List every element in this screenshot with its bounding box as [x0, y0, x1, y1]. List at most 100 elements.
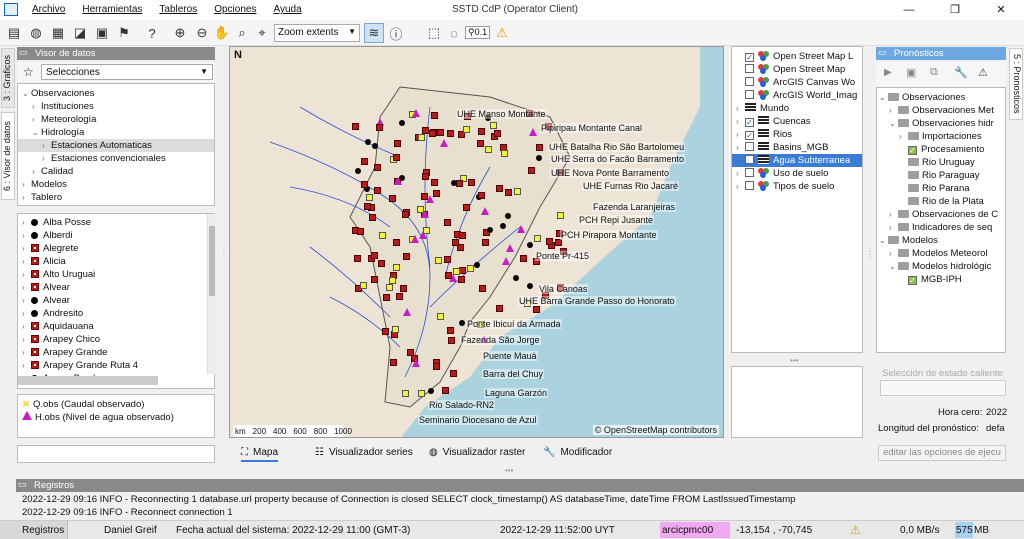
water-level-marker[interactable]	[412, 109, 420, 117]
station-map-label[interactable]: UHE Batalha Rio São Bartolomeu	[548, 142, 686, 152]
water-level-marker[interactable]	[529, 128, 537, 136]
tab-mapa[interactable]: ⛶ Mapa	[241, 447, 279, 462]
discharge-marker[interactable]	[366, 194, 373, 201]
station-list-item[interactable]: › Alba Posse	[18, 216, 91, 229]
station-map-label[interactable]: Rio Salado-RN2	[428, 400, 496, 410]
water-level-marker[interactable]	[421, 210, 429, 218]
station-dot-marker[interactable]	[365, 139, 371, 145]
water-level-marker[interactable]	[517, 225, 525, 233]
visor-tree-item[interactable]: › Modelos	[18, 178, 214, 191]
layer-checkbox[interactable]	[745, 181, 754, 190]
station-dot-marker[interactable]	[536, 155, 542, 161]
forecast-tree-item[interactable]: › Indicadores de seq	[877, 221, 992, 234]
station-square-marker[interactable]	[431, 179, 438, 186]
chevron-right-icon[interactable]: ›	[736, 102, 745, 115]
station-list-item[interactable]: › Aquidauana	[18, 320, 94, 333]
chevron-right-icon[interactable]: ›	[22, 320, 31, 333]
visor-tree-item[interactable]: › Tablero	[18, 191, 214, 204]
forecast-tree-item[interactable]: ✓ Procesamiento	[877, 143, 984, 156]
station-square-marker[interactable]	[505, 189, 512, 196]
station-list-item[interactable]: › Alberdi	[18, 229, 73, 242]
station-square-marker[interactable]	[458, 276, 465, 283]
splitter-handle[interactable]: •••	[790, 356, 798, 365]
visor-tree-item[interactable]: › Instituciones	[18, 100, 214, 113]
forecast-tree-item[interactable]: ⌄ Observaciones hidr	[877, 117, 994, 130]
station-square-marker[interactable]	[407, 349, 414, 356]
station-map-label[interactable]: UHE Serra do Facão Barramento	[550, 154, 686, 164]
help-icon[interactable]: ?	[142, 23, 162, 43]
layer-checkbox[interactable]: ✓	[745, 131, 754, 140]
warning-icon[interactable]: ⚠	[978, 66, 988, 79]
chevron-right-icon[interactable]: ›	[736, 141, 745, 154]
menu-tableros[interactable]: Tableros	[159, 4, 197, 15]
station-map-label[interactable]: Seminario Diocesano de Azul	[418, 415, 538, 425]
lasso-icon[interactable]: ◌	[444, 23, 464, 43]
station-map-label[interactable]: PCH Pirapora Montante	[560, 230, 658, 240]
station-square-marker[interactable]	[479, 285, 486, 292]
maximize-button[interactable]: ❐	[932, 0, 978, 20]
chevron-right-icon[interactable]: ›	[22, 268, 31, 281]
station-list-item[interactable]: › Alicia	[18, 255, 66, 268]
station-square-marker[interactable]	[478, 128, 485, 135]
layer-item[interactable]: ArcGIS Canvas Wo	[732, 76, 862, 89]
map-attribution[interactable]: © OpenStreetMap contributors	[592, 425, 719, 435]
zoom-box-icon[interactable]: ⌕	[232, 23, 252, 43]
layer-item[interactable]: › Agua Subterranea	[732, 154, 862, 167]
image-icon[interactable]: ▣	[92, 23, 112, 43]
water-level-marker[interactable]	[440, 139, 448, 147]
discharge-marker[interactable]	[418, 134, 425, 141]
station-list-item[interactable]: › Arapey Grande Ruta 4	[18, 359, 138, 372]
station-list-item[interactable]: › Arapey Chico	[18, 333, 100, 346]
layer-checkbox[interactable]	[745, 142, 754, 151]
star-icon[interactable]: ☆	[23, 65, 34, 79]
station-square-marker[interactable]	[533, 306, 540, 313]
station-square-marker[interactable]	[369, 214, 376, 221]
discharge-marker[interactable]	[514, 188, 521, 195]
water-level-marker[interactable]	[506, 244, 514, 252]
discharge-marker[interactable]	[360, 282, 367, 289]
tab-modificador[interactable]: 🔧 Modificador	[543, 447, 612, 458]
station-map-label[interactable]: Ponte Pr-415	[535, 251, 591, 261]
forecast-tree-item[interactable]: ⌄ Modelos hidrológic	[877, 260, 991, 273]
discharge-marker[interactable]	[467, 265, 474, 272]
station-map-label[interactable]: Fazenda Laranjeiras	[592, 202, 677, 212]
forecast-tree-item[interactable]: Rio Paraguay	[877, 169, 980, 182]
station-square-marker[interactable]	[448, 337, 455, 344]
chevron-right-icon[interactable]: ›	[22, 191, 31, 204]
discharge-marker[interactable]	[453, 268, 460, 275]
layers-icon[interactable]: ≋	[364, 23, 384, 43]
layer-item[interactable]: Open Street Map	[732, 63, 862, 76]
chevron-right-icon[interactable]: ›	[889, 208, 898, 221]
station-dot-marker[interactable]	[428, 388, 434, 394]
station-dot-marker[interactable]	[474, 262, 480, 268]
station-square-marker[interactable]	[357, 228, 364, 235]
station-square-marker[interactable]	[528, 167, 535, 174]
discharge-marker[interactable]	[485, 146, 492, 153]
station-square-marker[interactable]	[393, 154, 400, 161]
chart-icon[interactable]: ▦	[48, 23, 68, 43]
station-map-label[interactable]: UHE Barra Grande Passo do Honorato	[518, 296, 676, 306]
tab-visor-datos[interactable]: 6 : Visor de datos	[1, 112, 15, 200]
layer-item[interactable]: › Basins_MGB	[732, 141, 862, 154]
select-rect-icon[interactable]: ⬚	[424, 23, 444, 43]
discharge-marker[interactable]	[501, 150, 508, 157]
station-square-marker[interactable]	[354, 255, 361, 262]
chevron-right-icon[interactable]: ›	[22, 216, 31, 229]
station-square-marker[interactable]	[361, 158, 368, 165]
station-square-marker[interactable]	[394, 140, 401, 147]
station-square-marker[interactable]	[478, 192, 485, 199]
station-hscroll[interactable]	[18, 376, 158, 385]
discharge-marker[interactable]	[392, 326, 399, 333]
station-dot-marker[interactable]	[399, 120, 405, 126]
station-map-label[interactable]: PCH Repi Jusante	[578, 215, 655, 225]
station-dot-marker[interactable]	[527, 283, 533, 289]
station-square-marker[interactable]	[433, 190, 440, 197]
station-map-label[interactable]: UHE Furnas Rio Jacaré	[582, 181, 680, 191]
chevron-down-icon[interactable]: ⌄	[32, 126, 41, 139]
splitter-handle[interactable]: •••	[505, 466, 513, 475]
station-square-marker[interactable]	[371, 252, 378, 259]
station-map-label[interactable]: Laguna Garzón	[484, 388, 549, 398]
discharge-marker[interactable]	[435, 257, 442, 264]
chevron-right-icon[interactable]: ›	[32, 113, 41, 126]
station-square-marker[interactable]	[437, 129, 444, 136]
